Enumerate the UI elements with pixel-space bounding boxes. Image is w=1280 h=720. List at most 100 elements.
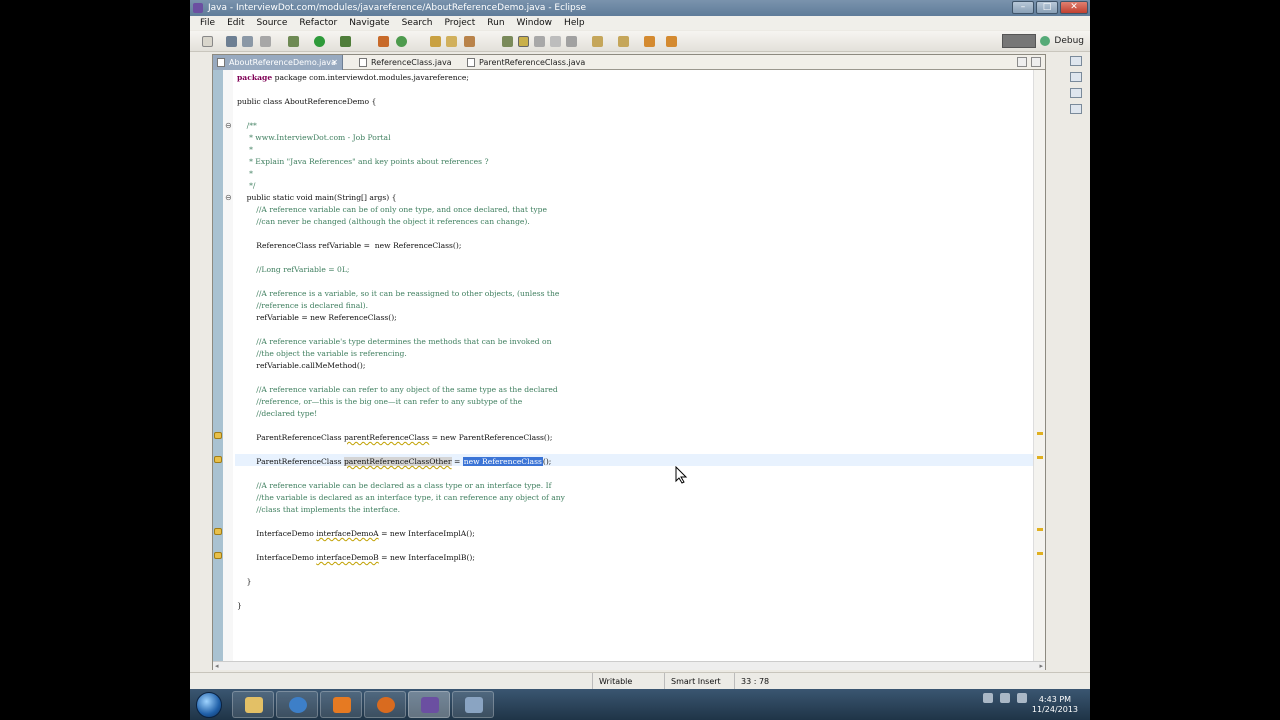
tray-flag-icon[interactable] [983, 693, 993, 703]
tab-parentreferenceclass[interactable]: ParentReferenceClass.java [463, 55, 593, 70]
tray-volume-icon[interactable] [1017, 693, 1027, 703]
code-line: * www.InterviewDot.com - Job Portal [237, 133, 391, 142]
new-icon[interactable] [202, 36, 213, 47]
taskbar-eclipse[interactable] [408, 691, 450, 718]
code-line: //reference, or—this is the big one—it c… [237, 397, 523, 406]
taskbar-ie[interactable] [276, 691, 318, 718]
overview-warning-mark[interactable] [1037, 456, 1043, 459]
tab-referenceclass[interactable]: ReferenceClass.java [355, 55, 461, 70]
save-all-icon[interactable] [242, 36, 253, 47]
task-view-icon[interactable] [1070, 88, 1082, 98]
code-line: * [237, 169, 253, 178]
minimize-button[interactable]: – [1012, 1, 1034, 14]
menu-source[interactable]: Source [251, 16, 294, 30]
next-annotation-icon[interactable] [592, 36, 603, 47]
paragraph-icon[interactable] [566, 36, 577, 47]
menu-file[interactable]: File [194, 16, 221, 30]
warning-marker-icon[interactable] [214, 552, 222, 559]
minimize-editor-icon[interactable] [1017, 57, 1027, 67]
restore-view-icon[interactable] [1070, 56, 1082, 66]
code-line: //A reference is a variable, so it can b… [237, 289, 560, 298]
menu-window[interactable]: Window [511, 16, 559, 30]
code-line: InterfaceDemo interfaceDemoA = new Inter… [237, 528, 474, 540]
save-icon[interactable] [226, 36, 237, 47]
menu-help[interactable]: Help [558, 16, 591, 30]
overview-warning-mark[interactable] [1037, 432, 1043, 435]
overview-warning-mark[interactable] [1037, 528, 1043, 531]
clock[interactable]: 4:43 PM 11/24/2013 [1032, 695, 1078, 715]
menu-project[interactable]: Project [438, 16, 481, 30]
run-icon[interactable] [314, 36, 325, 47]
show-whitespace-icon[interactable] [550, 36, 561, 47]
warning-marker-icon[interactable] [214, 456, 222, 463]
search-icon[interactable] [464, 36, 475, 47]
toggle-highlight-icon[interactable] [518, 36, 529, 47]
block-selection-icon[interactable] [534, 36, 545, 47]
back-icon[interactable] [644, 36, 655, 47]
code-line: } [237, 601, 242, 610]
taskbar-app[interactable] [452, 691, 494, 718]
new-class-icon[interactable] [396, 36, 407, 47]
menu-run[interactable]: Run [481, 16, 510, 30]
coverage-icon[interactable] [340, 36, 351, 47]
debug-icon[interactable] [288, 36, 299, 47]
code-line: //A reference variable's type determines… [237, 337, 552, 346]
menu-search[interactable]: Search [396, 16, 439, 30]
tray-network-icon[interactable] [1000, 693, 1010, 703]
perspective-switcher: Debug [1002, 34, 1084, 48]
forward-icon[interactable] [666, 36, 677, 47]
browser-icon [289, 697, 307, 713]
warning-marker-icon[interactable] [214, 528, 222, 535]
menu-bar: File Edit Source Refactor Navigate Searc… [190, 16, 1090, 30]
code-text: ParentReferenceClass [237, 433, 344, 442]
tab-aboutreferencedemo[interactable]: AboutReferenceDemo.java ✕ [213, 55, 343, 70]
code-line: ReferenceClass refVariable = new Referen… [237, 241, 462, 250]
code-line: //class that implements the interface. [237, 505, 400, 514]
maximize-editor-icon[interactable] [1031, 57, 1041, 67]
start-button[interactable] [196, 692, 222, 718]
scroll-right-icon[interactable]: ▸ [1039, 662, 1043, 670]
scroll-left-icon[interactable]: ◂ [215, 662, 219, 670]
code-line: //can never be changed (although the obj… [237, 217, 530, 226]
folder-icon [245, 697, 263, 713]
open-perspective-button[interactable] [1002, 34, 1037, 48]
code-line: refVariable = new ReferenceClass(); [237, 313, 397, 322]
mouse-pointer-icon [675, 466, 688, 484]
unused-variable: parentReferenceClass [343, 433, 430, 442]
overview-warning-mark[interactable] [1037, 552, 1043, 555]
close-button[interactable]: ✕ [1060, 1, 1088, 14]
new-java-project-icon[interactable] [378, 36, 389, 47]
code-text: InterfaceDemo [237, 529, 317, 538]
fold-collapse-icon[interactable]: ⊖ [225, 194, 232, 202]
code-line: ParentReferenceClass parentReferenceClas… [237, 432, 552, 444]
toggle-mark-occurrences-icon[interactable] [502, 36, 513, 47]
eclipse-icon [193, 3, 203, 13]
eclipse-window: Java - InterviewDot.com/modules/javarefe… [190, 0, 1090, 720]
open-type-icon[interactable] [430, 36, 441, 47]
print-icon[interactable] [260, 36, 271, 47]
annotation-ruler[interactable] [213, 70, 223, 662]
taskbar-media-player[interactable] [320, 691, 362, 718]
overview-ruler[interactable] [1033, 70, 1045, 662]
menu-navigate[interactable]: Navigate [343, 16, 395, 30]
horizontal-scrollbar[interactable]: ◂ ▸ [213, 661, 1045, 670]
previous-annotation-icon[interactable] [618, 36, 629, 47]
debug-perspective-label[interactable]: Debug [1054, 36, 1084, 46]
menu-refactor[interactable]: Refactor [293, 16, 343, 30]
code-line: * Explain "Java References" and key poin… [237, 157, 489, 166]
close-tab-icon[interactable]: ✕ [331, 55, 338, 70]
taskbar-firefox[interactable] [364, 691, 406, 718]
code-line: //declared type! [237, 409, 318, 418]
outline-view-icon[interactable] [1070, 72, 1082, 82]
warning-marker-icon[interactable] [214, 432, 222, 439]
maximize-button[interactable]: □ [1036, 1, 1058, 14]
tab-label: ParentReferenceClass.java [479, 58, 586, 67]
taskbar-explorer[interactable] [232, 691, 274, 718]
open-task-icon[interactable] [446, 36, 457, 47]
fold-collapse-icon[interactable]: ⊖ [225, 122, 232, 130]
tab-label: ReferenceClass.java [371, 58, 452, 67]
hierarchy-view-icon[interactable] [1070, 104, 1082, 114]
menu-edit[interactable]: Edit [221, 16, 250, 30]
code-line: } [237, 577, 252, 586]
eclipse-icon [421, 697, 439, 713]
